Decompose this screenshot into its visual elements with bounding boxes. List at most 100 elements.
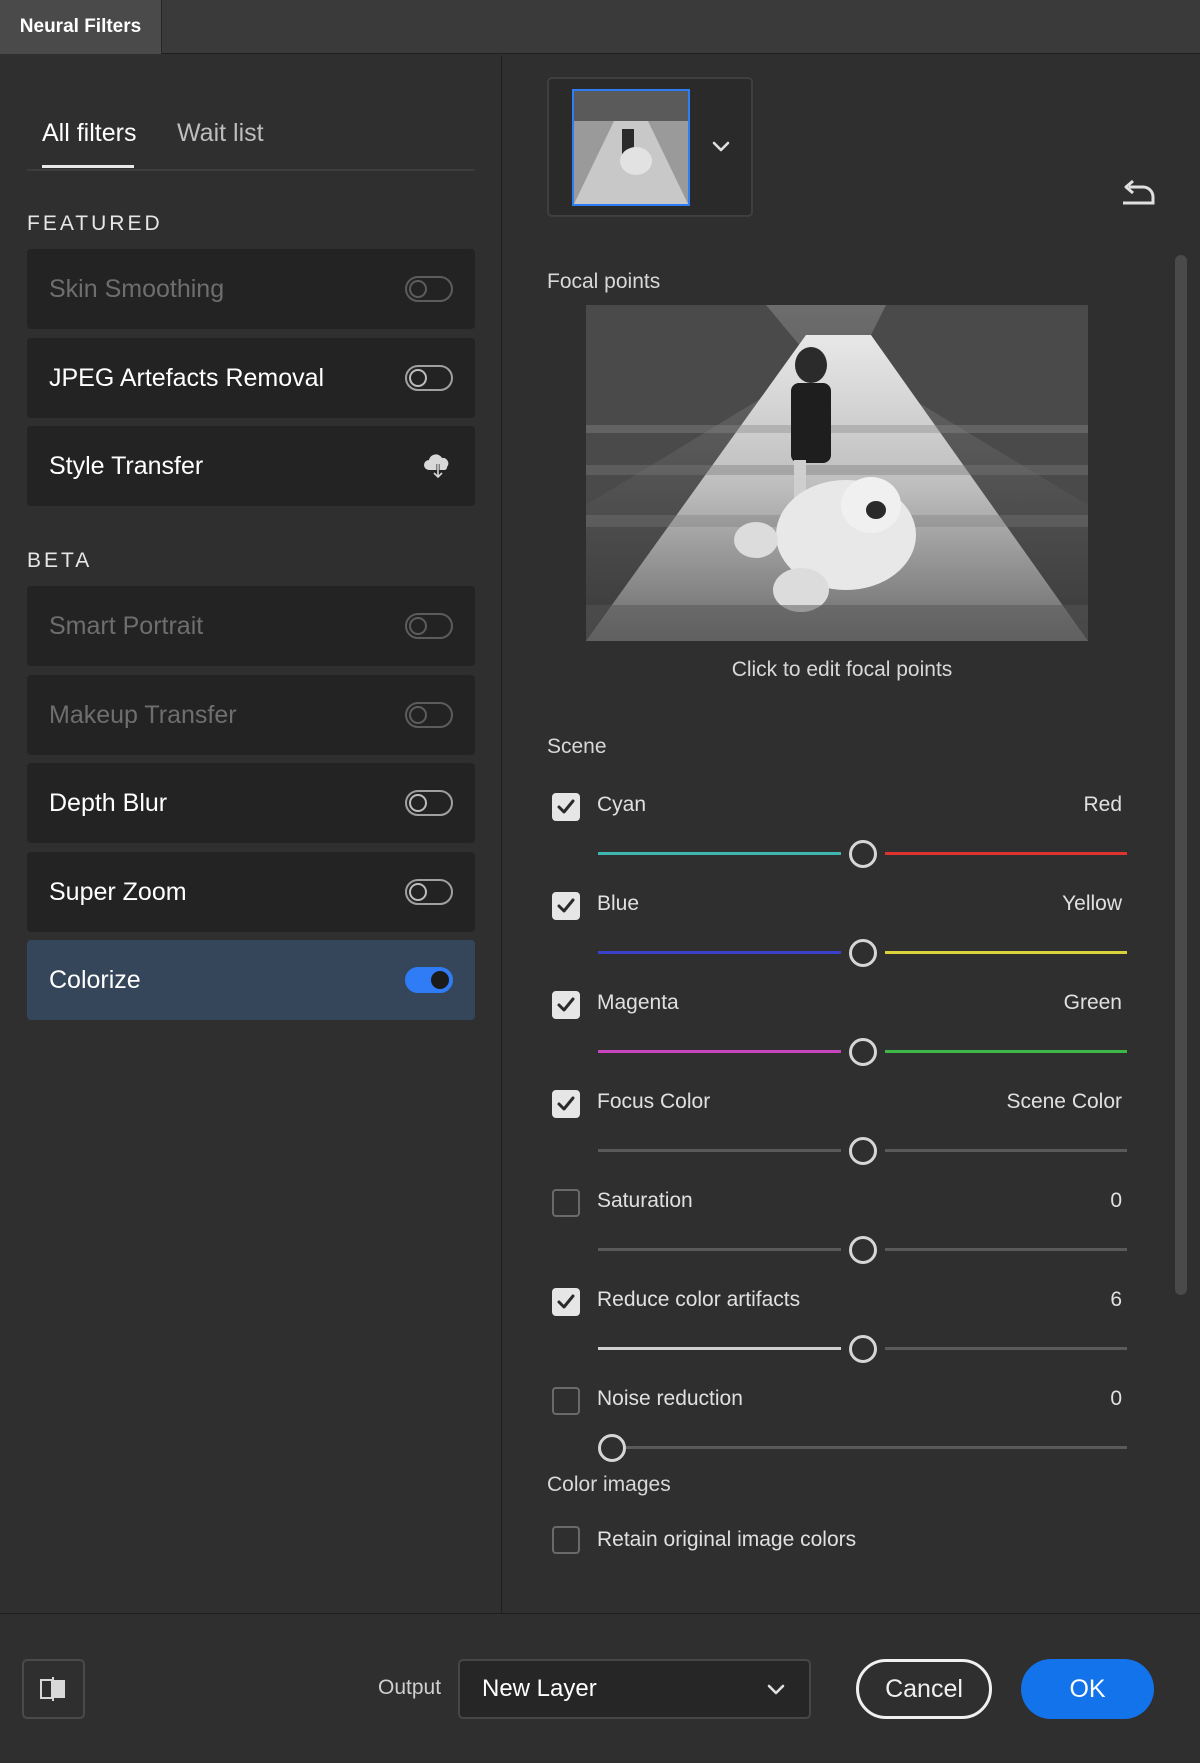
retain-colors-row[interactable]: Retain original image colors — [547, 1523, 1127, 1563]
retain-colors-checkbox[interactable] — [552, 1526, 580, 1554]
filter-label: Makeup Transfer — [49, 700, 237, 729]
slider-label: Focus Color — [597, 1090, 711, 1113]
toggle-switch[interactable] — [405, 365, 453, 391]
filter-label: Style Transfer — [49, 451, 204, 480]
reset-icon[interactable] — [1119, 177, 1157, 211]
checkmark-icon — [557, 1096, 575, 1111]
focal-points-preview[interactable] — [586, 305, 1088, 641]
tab-all-filters[interactable]: All filters — [42, 119, 136, 148]
cloud-download-icon[interactable] — [423, 453, 453, 479]
compare-view-button[interactable] — [22, 1659, 85, 1719]
filter-smart-portrait[interactable]: Smart Portrait — [27, 586, 475, 666]
slider-checkbox[interactable] — [552, 892, 580, 920]
filter-label: Depth Blur — [49, 788, 168, 817]
toggle-switch[interactable] — [405, 276, 453, 302]
checkmark-icon — [557, 1294, 575, 1309]
slider-track-right — [884, 1347, 1127, 1350]
section-title-beta: BETA — [27, 549, 93, 572]
slider-handle[interactable] — [848, 939, 877, 967]
filter-label: Super Zoom — [49, 877, 187, 906]
filters-panel: All filters Wait list FEATURED Skin Smoo… — [0, 55, 502, 1613]
slider-label: Blue — [597, 892, 640, 915]
slider-track-right — [884, 1149, 1127, 1152]
slider-checkbox[interactable] — [552, 991, 580, 1019]
toggle-switch[interactable] — [405, 790, 453, 816]
slider-handle[interactable] — [848, 1038, 877, 1066]
slider-track-left — [598, 852, 841, 855]
slider-right-label: Scene Color — [1006, 1090, 1122, 1113]
slider-checkbox[interactable] — [552, 793, 580, 821]
slider-label: Noise reduction — [597, 1387, 743, 1410]
slider-checkbox[interactable] — [552, 1387, 580, 1415]
toggle-switch[interactable] — [405, 702, 453, 728]
window-title-tab[interactable]: Neural Filters — [0, 0, 162, 54]
slider-track-left — [598, 1248, 841, 1251]
slider-track-right — [884, 951, 1127, 954]
filter-label: Colorize — [49, 965, 141, 994]
slider-right-label: 6 — [1110, 1288, 1122, 1311]
output-select[interactable]: New Layer — [458, 1659, 811, 1719]
reference-image-picker[interactable] — [547, 77, 753, 217]
slider-checkbox[interactable] — [552, 1189, 580, 1217]
slider-label: Cyan — [597, 793, 647, 816]
tab-wait-list[interactable]: Wait list — [177, 119, 264, 148]
output-value: New Layer — [482, 1675, 597, 1702]
slider-track-right — [612, 1446, 1127, 1449]
slider-right-label: Yellow — [1062, 892, 1122, 915]
slider-track-right — [884, 1050, 1127, 1053]
split-view-icon — [39, 1677, 65, 1701]
slider-row: Noise reduction 0 — [547, 1379, 1127, 1462]
checkmark-icon — [557, 898, 575, 913]
slider-row: Saturation 0 — [547, 1181, 1127, 1264]
filter-settings-panel: Focal points Click to edit focal points … — [503, 55, 1200, 1613]
slider-handle[interactable] — [848, 1335, 877, 1363]
toggle-switch[interactable] — [405, 613, 453, 639]
scene-label: Scene — [547, 735, 607, 758]
slider-right-label: Red — [1083, 793, 1122, 816]
scrollbar[interactable] — [1175, 255, 1187, 1295]
reference-thumbnail[interactable] — [572, 89, 690, 206]
slider-handle[interactable] — [848, 1137, 877, 1165]
chevron-down-icon[interactable] — [709, 134, 733, 158]
slider-label: Reduce color artifacts — [597, 1288, 801, 1311]
checkmark-icon — [557, 997, 575, 1012]
filter-label: Skin Smoothing — [49, 274, 225, 303]
slider-row: Cyan Red — [547, 785, 1127, 868]
toggle-switch[interactable] — [405, 967, 453, 993]
slider-checkbox[interactable] — [552, 1090, 580, 1118]
preview-caption: Click to edit focal points — [731, 658, 953, 681]
color-images-label: Color images — [547, 1473, 671, 1496]
slider-track-right — [884, 852, 1127, 855]
slider-track[interactable] — [598, 1446, 1127, 1449]
title-bar: Neural Filters — [0, 0, 1200, 54]
slider-right-label: 0 — [1110, 1387, 1122, 1410]
slider-handle[interactable] — [848, 1236, 877, 1264]
filter-jpeg-artefacts-removal[interactable]: JPEG Artefacts Removal — [27, 338, 475, 418]
dialog-footer: Output New Layer Cancel OK — [0, 1613, 1200, 1763]
output-label: Output — [378, 1676, 442, 1699]
active-tab-indicator — [42, 165, 134, 168]
filter-skin-smoothing[interactable]: Skin Smoothing — [27, 249, 475, 329]
slider-track-left — [598, 1149, 841, 1152]
toggle-switch[interactable] — [405, 879, 453, 905]
filter-super-zoom[interactable]: Super Zoom — [27, 852, 475, 932]
filter-style-transfer[interactable]: Style Transfer — [27, 426, 475, 506]
slider-track-left — [598, 951, 841, 954]
slider-handle[interactable] — [598, 1434, 626, 1462]
filter-label: JPEG Artefacts Removal — [49, 363, 325, 392]
retain-colors-label: Retain original image colors — [597, 1528, 857, 1551]
filter-makeup-transfer[interactable]: Makeup Transfer — [27, 675, 475, 755]
slider-track-left — [598, 1347, 841, 1350]
slider-checkbox[interactable] — [552, 1288, 580, 1316]
preview-image — [586, 305, 1088, 641]
chevron-down-icon — [767, 1684, 785, 1695]
filter-colorize[interactable]: Colorize — [27, 940, 475, 1020]
filter-depth-blur[interactable]: Depth Blur — [27, 763, 475, 843]
slider-handle[interactable] — [848, 840, 877, 868]
ok-button[interactable]: OK — [1021, 1659, 1154, 1719]
slider-row: Magenta Green — [547, 983, 1127, 1066]
slider-track-right — [884, 1248, 1127, 1251]
slider-label: Saturation — [597, 1189, 693, 1212]
cancel-button[interactable]: Cancel — [856, 1659, 992, 1719]
slider-track-left — [598, 1050, 841, 1053]
